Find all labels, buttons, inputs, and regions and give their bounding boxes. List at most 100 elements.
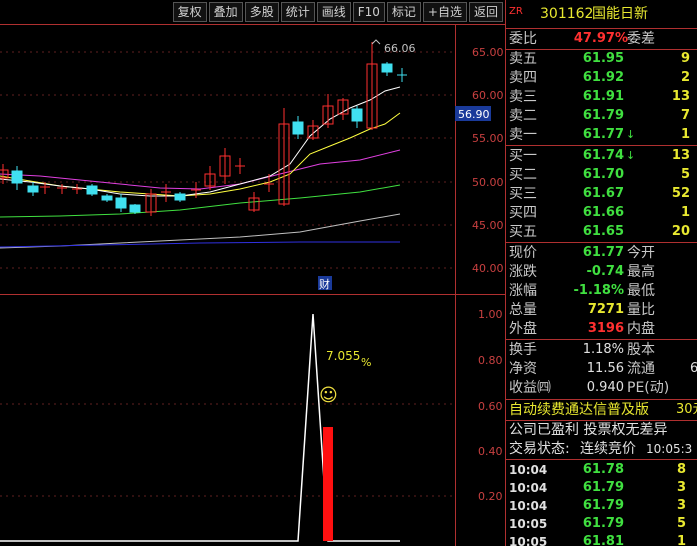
weibi-row: 委比 47.97% 委差 [506, 30, 697, 48]
company-status-text: 公司已盈利 投票权无差异 [509, 422, 668, 438]
inner-label: 内盘 [627, 321, 655, 337]
tick-time: 10:04 [509, 481, 548, 495]
eps-value: 0.940 [586, 380, 624, 395]
sell-row[interactable]: 卖四 61.92 2 [506, 69, 697, 87]
sell-row[interactable]: 卖一 61.77 1 ↓ [506, 126, 697, 144]
stock-name[interactable]: 国能日新 [592, 5, 648, 23]
tick-price: 61.79 [582, 516, 624, 531]
down-arrow-icon: ↓ [626, 149, 636, 162]
buy-volume: 1 [680, 205, 690, 220]
float-value: 6 [690, 360, 697, 378]
buy-row[interactable]: 买四 61.66 1 [506, 204, 697, 222]
high-marker [371, 39, 381, 45]
stock-code[interactable]: 301162 [540, 5, 593, 23]
buy-price: 61.74 [582, 148, 624, 163]
buy-separator [506, 242, 697, 243]
sell-row[interactable]: 卖五 61.95 9 [506, 50, 697, 68]
buy-row[interactable]: 买一 61.74 13 ↓ [506, 147, 697, 165]
turnover-value: 1.18% [582, 342, 624, 357]
change-label: 涨跌 [509, 264, 537, 280]
buy-price: 61.70 [582, 167, 624, 182]
buy-volume: 5 [680, 167, 690, 182]
tick-volume: 1 [676, 534, 686, 546]
ytick-50: 50.00 [472, 176, 504, 189]
quote-row-pct: 涨幅 -1.18% 最低 [506, 282, 697, 300]
pct-value: -1.18% [573, 283, 625, 298]
sell-price: 61.95 [582, 51, 624, 66]
statistics-button[interactable]: 统计 [280, 2, 315, 22]
net-asset-value: 11.56 [586, 361, 624, 376]
buy-row[interactable]: 买二 61.70 5 [506, 166, 697, 184]
buy-row[interactable]: 买五 61.65 20 [506, 223, 697, 241]
tick-time: 10:05 [509, 517, 548, 531]
news-promo[interactable]: 自动续费通达信普及版 30元 [506, 401, 697, 419]
ind-ytick-100: 1.00 [478, 308, 503, 321]
price-value: 61.77 [582, 245, 624, 260]
buy-price: 61.65 [582, 224, 624, 239]
mark-button[interactable]: 标记 [386, 2, 421, 22]
promo-text[interactable]: 自动续费通达信普及版 [509, 401, 649, 419]
tick-time: 10:04 [509, 499, 548, 513]
company-status: 公司已盈利 投票权无差异 [506, 421, 697, 439]
eps-label: 收益㈣ [509, 380, 551, 396]
sell-label: 卖四 [509, 70, 537, 86]
multi-stock-button[interactable]: 多股 [244, 2, 279, 22]
tick-price: 61.79 [582, 498, 624, 513]
kline-chart-area[interactable]: 65.00 60.00 55.00 50.00 45.00 40.00 56.9… [0, 24, 505, 546]
fuquan-button[interactable]: 复权 [172, 2, 207, 22]
vol-ratio-label: 量比 [627, 302, 655, 318]
overlay-button[interactable]: 叠加 [208, 2, 243, 22]
weibi-value: 47.97% [573, 31, 628, 46]
tick-volume: 8 [676, 462, 686, 477]
f10-button[interactable]: F10 [352, 2, 385, 22]
sell-label: 卖二 [509, 108, 537, 124]
trade-status-label: 交易状态: [509, 441, 570, 457]
kline-chart[interactable]: 65.00 60.00 55.00 50.00 45.00 40.00 56.9… [0, 24, 505, 546]
low-label: 最低 [627, 283, 655, 299]
sell-volume: 1 [680, 127, 690, 142]
volume-label: 总量 [509, 302, 537, 318]
sell-price: 61.77 [582, 127, 624, 142]
buy-volume: 52 [671, 186, 690, 201]
buy-row[interactable]: 买三 61.67 52 [506, 185, 697, 203]
capital-label: 股本 [627, 342, 655, 358]
quote-row-price: 现价 61.77 今开 [506, 244, 697, 262]
sell-label: 卖五 [509, 51, 537, 67]
finance-marker[interactable]: 财 [319, 277, 330, 291]
header-separator [506, 28, 697, 29]
buy-label: 买三 [509, 186, 537, 202]
ma-line-yellow [0, 112, 401, 197]
quote-separator [506, 339, 697, 340]
turnover-label: 换手 [509, 342, 537, 358]
candlesticks [0, 42, 407, 216]
sell-volume: 7 [680, 108, 690, 123]
sell-row[interactable]: 卖二 61.79 7 [506, 107, 697, 125]
quote-row-turnover: 换手 1.18% 股本 [506, 341, 697, 359]
down-arrow-icon: ↓ [626, 128, 636, 141]
quote-row-outer: 外盘 3196 内盘 [506, 320, 697, 338]
tick-price: 61.79 [582, 480, 624, 495]
buy-price: 61.66 [582, 205, 624, 220]
ind-ytick-080: 0.80 [478, 354, 503, 367]
draw-line-button[interactable]: 画线 [316, 2, 351, 22]
price-label: 现价 [509, 245, 537, 261]
smiley-icon: ☺ [319, 385, 338, 406]
buy-label: 买五 [509, 224, 537, 240]
sell-price: 61.91 [582, 89, 624, 104]
buy-label: 买一 [509, 148, 537, 164]
pe-label: PE(动) [627, 380, 670, 396]
sell-row[interactable]: 卖三 61.91 13 [506, 88, 697, 106]
trade-status: 交易状态: 连续竞价 10:05:3 [506, 440, 697, 458]
back-button[interactable]: 返回 [468, 2, 503, 22]
tick-volume: 5 [676, 516, 686, 531]
sell-volume: 13 [671, 89, 690, 104]
ytick-60: 60.00 [472, 89, 504, 102]
main-grid [0, 51, 455, 269]
buy-volume: 20 [671, 224, 690, 239]
trade-status-time: 10:05:3 [646, 442, 693, 456]
buy-price: 61.67 [582, 186, 624, 201]
ma-line-blue [0, 241, 400, 248]
tick-volume: 3 [676, 480, 686, 495]
add-favorite-button[interactable]: +自选 [422, 2, 467, 22]
ytick-65: 65.00 [472, 46, 504, 59]
